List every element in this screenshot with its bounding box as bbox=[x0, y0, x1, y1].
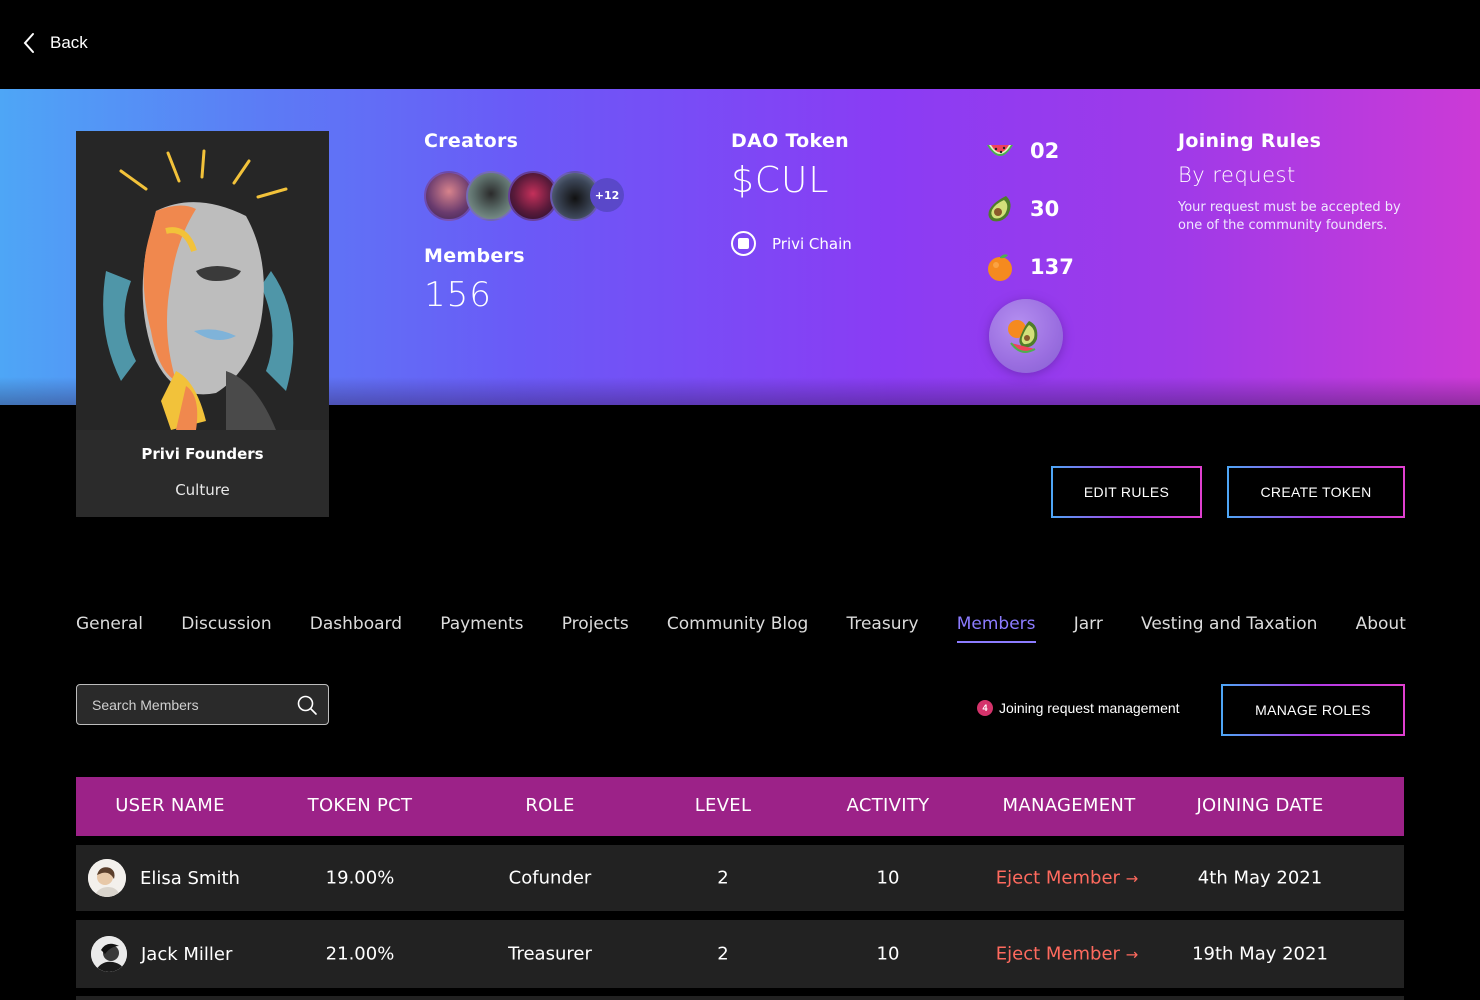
tab-jarr[interactable]: Jarr bbox=[1074, 614, 1103, 643]
tab-vesting-and-taxation[interactable]: Vesting and Taxation bbox=[1141, 614, 1317, 643]
column-header[interactable]: USER NAME bbox=[115, 795, 225, 816]
search-input[interactable] bbox=[92, 696, 296, 713]
chain-name: Privi Chain bbox=[772, 234, 852, 253]
dao-token-symbol: $CUL bbox=[731, 160, 830, 201]
community-tabs: General Discussion Dashboard Payments Pr… bbox=[76, 614, 1406, 643]
tab-dashboard[interactable]: Dashboard bbox=[310, 614, 402, 643]
tab-payments[interactable]: Payments bbox=[440, 614, 523, 643]
members-label: Members bbox=[424, 245, 525, 267]
orange-count: 137 bbox=[1030, 255, 1074, 279]
tab-members[interactable]: Members bbox=[956, 614, 1036, 643]
tab-general[interactable]: General bbox=[76, 614, 143, 643]
community-category: Culture bbox=[175, 481, 230, 499]
activity: 10 bbox=[876, 943, 900, 965]
joining-rules-description: Your request must be accepted by one of … bbox=[1178, 200, 1401, 233]
tab-about[interactable]: About bbox=[1356, 614, 1406, 643]
eject-member-link[interactable]: Eject Member → bbox=[996, 868, 1138, 889]
fruit-orange: 137 bbox=[984, 251, 1074, 283]
eject-member-label: Eject Member bbox=[995, 943, 1120, 965]
table-row[interactable]: Jack Miller 21.00% Treasurer 2 10 Eject … bbox=[76, 920, 1404, 988]
tab-treasury[interactable]: Treasury bbox=[846, 614, 918, 643]
token-pct: 19.00% bbox=[325, 867, 395, 889]
chain-icon bbox=[731, 231, 756, 256]
joining-rules-label: Joining Rules bbox=[1178, 130, 1322, 152]
tab-discussion[interactable]: Discussion bbox=[181, 614, 271, 643]
eject-member-label: Eject Member bbox=[995, 867, 1120, 889]
column-header[interactable]: LEVEL bbox=[695, 795, 752, 816]
dao-token-label: DAO Token bbox=[731, 130, 849, 152]
role: Treasurer bbox=[508, 943, 592, 965]
create-token-button[interactable]: CREATE TOKEN bbox=[1227, 466, 1405, 518]
arrow-right-icon: → bbox=[1125, 869, 1139, 888]
user-cell: Jack Miller bbox=[91, 936, 232, 972]
creators-label: Creators bbox=[424, 130, 519, 152]
fruit-avocado: 30 bbox=[984, 193, 1059, 225]
avocado-icon bbox=[988, 196, 1011, 222]
tab-projects[interactable]: Projects bbox=[562, 614, 629, 643]
search-members-field[interactable] bbox=[76, 684, 329, 725]
column-header[interactable]: ROLE bbox=[525, 795, 574, 816]
token-pct: 21.00% bbox=[325, 943, 395, 965]
column-header[interactable]: MANAGEMENT bbox=[1003, 795, 1136, 816]
joining-rules-mode: By request bbox=[1178, 163, 1296, 187]
level: 2 bbox=[717, 867, 729, 889]
joining-date: 19th May 2021 bbox=[1192, 943, 1328, 965]
top-bar: Back bbox=[0, 0, 1480, 89]
avatar[interactable] bbox=[88, 859, 126, 897]
search-icon[interactable] bbox=[296, 694, 318, 716]
eject-member-link[interactable]: Eject Member → bbox=[996, 944, 1138, 965]
joining-date: 4th May 2021 bbox=[1197, 867, 1323, 889]
column-header[interactable]: JOINING DATE bbox=[1196, 795, 1323, 816]
activity: 10 bbox=[876, 867, 900, 889]
community-card[interactable]: Privi Founders Culture bbox=[76, 131, 329, 517]
joining-request-label: Joining request management bbox=[999, 700, 1180, 716]
back-button[interactable]: Back bbox=[20, 30, 88, 56]
chain-info: Privi Chain bbox=[731, 231, 852, 256]
user-cell: Elisa Smith bbox=[88, 859, 240, 897]
manage-roles-button[interactable]: MANAGE ROLES bbox=[1221, 684, 1405, 736]
user-name: Elisa Smith bbox=[140, 867, 240, 889]
members-table-header: USER NAME TOKEN PCT ROLE LEVEL ACTIVITY … bbox=[76, 777, 1404, 836]
edit-rules-button[interactable]: EDIT RULES bbox=[1051, 466, 1202, 518]
table-row[interactable]: Elisa Smith 19.00% Cofunder 2 10 Eject M… bbox=[76, 845, 1404, 911]
table-row[interactable] bbox=[76, 996, 1404, 1000]
arrow-right-icon: → bbox=[1125, 945, 1139, 964]
user-name: Jack Miller bbox=[141, 943, 233, 965]
members-count: 156 bbox=[424, 275, 492, 315]
orange-icon bbox=[988, 254, 1012, 281]
column-header[interactable]: TOKEN PCT bbox=[308, 795, 413, 816]
fruit-watermelon: 02 bbox=[984, 135, 1059, 167]
column-header[interactable]: ACTIVITY bbox=[847, 795, 930, 816]
watermelon-icon bbox=[987, 145, 1013, 156]
fruit-mix-icon bbox=[1008, 320, 1038, 353]
avocado-count: 30 bbox=[1030, 197, 1060, 221]
joining-request-management-link[interactable]: 4 Joining request management bbox=[977, 700, 1180, 716]
level: 2 bbox=[717, 943, 729, 965]
role: Cofunder bbox=[508, 867, 592, 889]
avatar[interactable] bbox=[91, 936, 127, 972]
join-request-count-badge: 4 bbox=[977, 700, 993, 716]
community-artwork bbox=[76, 131, 329, 430]
chevron-left-icon bbox=[23, 33, 34, 53]
community-name: Privi Founders bbox=[141, 445, 264, 463]
watermelon-count: 02 bbox=[1030, 139, 1060, 163]
more-creators-badge[interactable]: +12 bbox=[590, 178, 624, 212]
back-label: Back bbox=[50, 33, 88, 52]
tab-community-blog[interactable]: Community Blog bbox=[667, 614, 808, 643]
fruit-basket-badge[interactable] bbox=[989, 299, 1063, 373]
